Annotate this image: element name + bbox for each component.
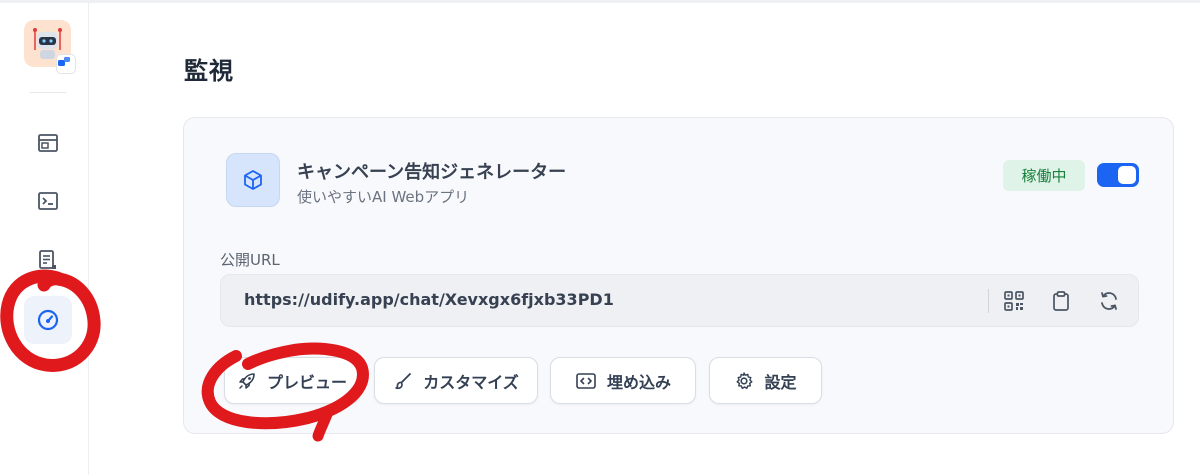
toggle-knob <box>1118 166 1136 184</box>
copy-url-button[interactable] <box>1047 287 1075 315</box>
app-avatar[interactable] <box>24 20 76 74</box>
speedometer-icon <box>37 309 59 331</box>
app-enabled-toggle[interactable] <box>1097 163 1139 187</box>
settings-button-label: 設定 <box>764 372 797 392</box>
customize-button[interactable]: カスタマイズ <box>374 357 538 404</box>
public-url-label: 公開URL <box>220 251 280 269</box>
customize-button-label: カスタマイズ <box>423 372 519 392</box>
settings-button[interactable]: 設定 <box>709 357 822 404</box>
sidebar-item-monitoring[interactable] <box>24 296 72 344</box>
status-badge: 稼働中 <box>1003 160 1085 191</box>
sidebar <box>0 3 89 475</box>
public-url-field[interactable]: https://udify.app/chat/Xevxgx6fjxb33PD1 <box>220 274 1139 327</box>
qr-code-icon <box>1004 291 1024 311</box>
app-card: キャンペーン告知ジェネレーター 使いやすいAI Webアプリ 稼働中 公開URL… <box>183 117 1174 434</box>
embed-code-icon <box>576 372 596 389</box>
top-border <box>0 0 1200 3</box>
sidebar-item-api[interactable] <box>24 177 72 225</box>
app-description: 使いやすいAI Webアプリ <box>297 188 470 206</box>
gear-icon <box>736 371 753 389</box>
page-title: 監視 <box>184 57 234 85</box>
regenerate-url-button[interactable] <box>1095 287 1123 315</box>
url-tools-divider <box>988 289 989 313</box>
sidebar-item-overview[interactable] <box>24 119 72 167</box>
sidebar-divider <box>30 92 66 93</box>
clipboard-icon <box>1053 291 1069 311</box>
preview-button[interactable]: プレビュー <box>224 357 360 404</box>
refresh-icon <box>1101 292 1117 310</box>
public-url-value[interactable]: https://udify.app/chat/Xevxgx6fjxb33PD1 <box>244 290 614 309</box>
rocket-icon <box>239 372 255 389</box>
cube-icon <box>244 170 262 190</box>
embed-button[interactable]: 埋め込み <box>550 357 696 404</box>
sidebar-item-logs[interactable] <box>24 236 72 284</box>
qr-code-button[interactable] <box>1000 287 1028 315</box>
chat-badge-icon <box>56 54 76 74</box>
preview-button-label: プレビュー <box>266 372 347 392</box>
document-icon <box>39 250 56 269</box>
terminal-icon <box>38 192 58 210</box>
app-icon <box>226 153 280 207</box>
browser-window-icon <box>38 134 58 152</box>
paintbrush-icon <box>395 372 412 389</box>
app-name: キャンペーン告知ジェネレーター <box>297 162 567 183</box>
embed-button-label: 埋め込み <box>606 372 671 392</box>
